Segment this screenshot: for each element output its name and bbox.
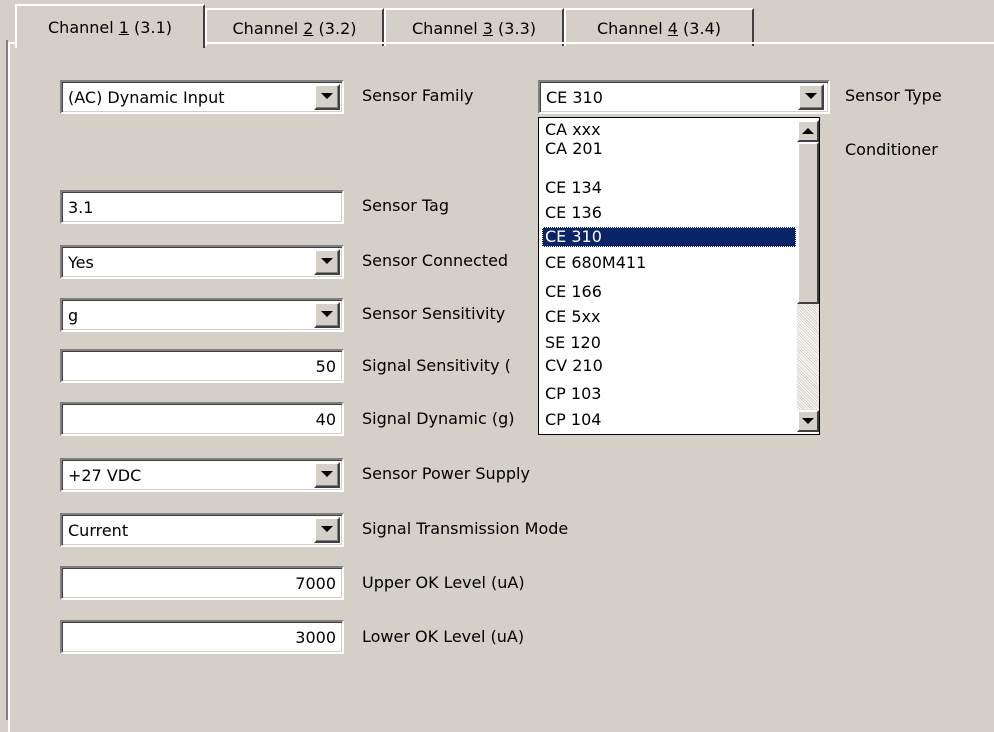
- arrow-up-icon: [802, 128, 814, 134]
- scroll-down-button[interactable]: [797, 410, 819, 432]
- tab-label: Channel 3 (3.3): [412, 18, 536, 38]
- dropdown-option[interactable]: CP 103: [542, 384, 796, 404]
- chevron-down-icon: [321, 471, 333, 477]
- dropdown-option[interactable]: CV 210: [542, 356, 796, 376]
- dropdown-scrollbar[interactable]: [797, 120, 819, 432]
- chevron-down-icon: [805, 93, 817, 99]
- chevron-down-icon: [321, 258, 333, 264]
- chevron-down-icon: [321, 93, 333, 99]
- dropdown-option[interactable]: CA xxx: [542, 120, 796, 140]
- tab-label: Channel 1 (3.1): [48, 17, 172, 37]
- dropdown-option[interactable]: SE 120: [542, 333, 796, 353]
- dropdown-option-selected[interactable]: CE 310: [542, 227, 796, 247]
- sensor-sensitivity-dropdown-button[interactable]: [314, 302, 340, 328]
- channel-panel: [8, 42, 994, 732]
- input-type-dropdown-button[interactable]: [314, 84, 340, 110]
- sensor-family-dropdown-button[interactable]: [798, 84, 824, 110]
- dropdown-option[interactable]: CE 5xx: [542, 307, 796, 327]
- dropdown-option[interactable]: CE 134: [542, 178, 796, 198]
- dropdown-option[interactable]: CP 104: [542, 410, 796, 430]
- scroll-up-button[interactable]: [797, 120, 819, 142]
- signal-transmission-mode-dropdown-button[interactable]: [314, 517, 340, 543]
- dropdown-option[interactable]: CE 136: [542, 203, 796, 223]
- tab-channel-4[interactable]: Channel 4 (3.4): [564, 8, 754, 46]
- tab-channel-1[interactable]: Channel 1 (3.1): [15, 4, 205, 48]
- sensor-family-dropdown-list[interactable]: CA xxx CA 201 CE 134 CE 136 CE 310 CE 68…: [538, 117, 820, 435]
- tab-channel-3[interactable]: Channel 3 (3.3): [384, 8, 564, 46]
- arrow-down-icon: [802, 418, 814, 424]
- dropdown-option[interactable]: CE 680M411: [542, 253, 796, 273]
- tab-channel-2[interactable]: Channel 2 (3.2): [205, 8, 384, 46]
- tab-label: Channel 2 (3.2): [232, 18, 357, 38]
- sensor-connected-dropdown-button[interactable]: [314, 249, 340, 275]
- dropdown-option[interactable]: CA 201: [542, 139, 796, 159]
- chevron-down-icon: [321, 526, 333, 532]
- dropdown-option[interactable]: CE 166: [542, 282, 796, 302]
- chevron-down-icon: [321, 311, 333, 317]
- scrollbar-thumb[interactable]: [797, 142, 819, 304]
- sensor-power-supply-dropdown-button[interactable]: [314, 462, 340, 488]
- tab-label: Channel 4 (3.4): [597, 18, 721, 38]
